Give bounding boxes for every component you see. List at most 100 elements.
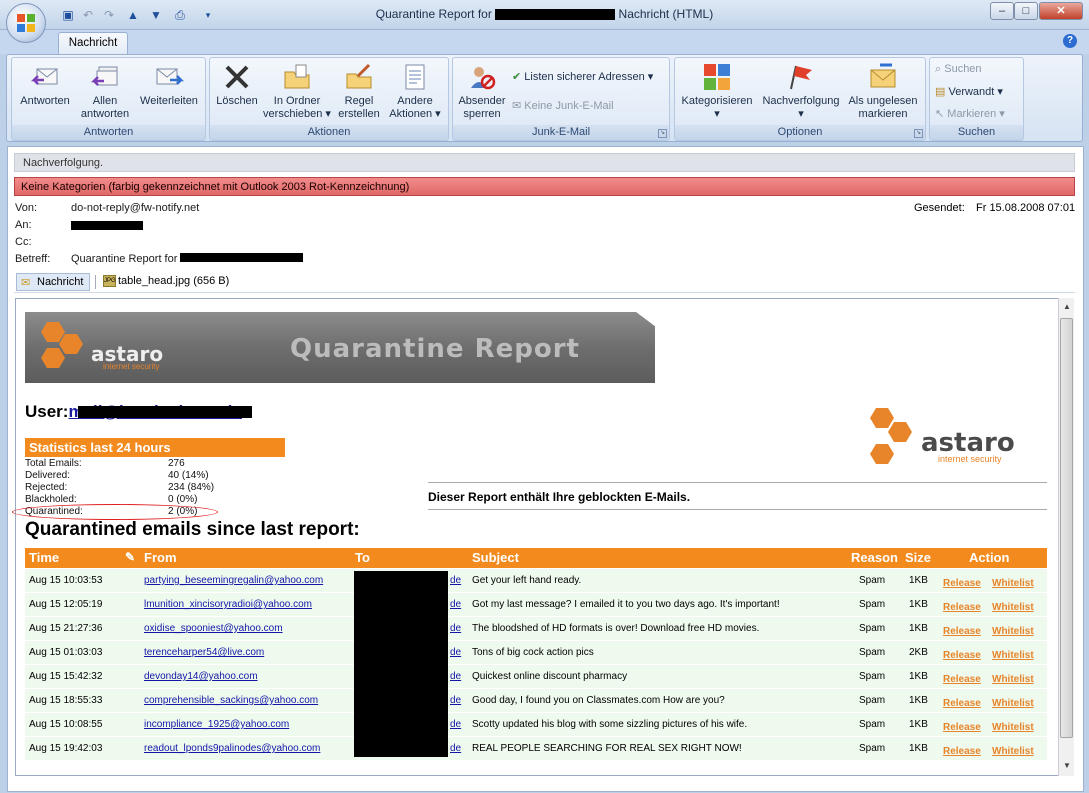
release-link[interactable]: Release [943, 650, 981, 661]
maximize-button[interactable]: □ [1014, 2, 1038, 20]
info-bar[interactable]: Nachverfolgung. [14, 153, 1075, 172]
reply-all-button[interactable]: Allen antworten [74, 62, 136, 121]
release-link[interactable]: Release [943, 746, 981, 757]
block-sender-icon [471, 67, 496, 90]
reply-all-icon [90, 66, 118, 86]
whitelist-link[interactable]: Whitelist [992, 650, 1034, 661]
row-from-link[interactable]: terenceharper54@live.com [144, 647, 264, 658]
stats-title: Statistics last 24 hours [25, 438, 285, 457]
row-to-link[interactable]: de [450, 647, 461, 658]
row-from-link[interactable]: readout_lponds9palinodes@yahoo.com [144, 743, 320, 754]
minimize-button[interactable]: – [990, 2, 1014, 20]
select-cursor-icon: ↖ [935, 108, 945, 120]
row-reason: Spam [859, 695, 886, 706]
row-from-link[interactable]: partying_beseemingregalin@yahoo.com [144, 575, 323, 586]
not-junk-button[interactable]: ✉ Keine Junk-E-Mail [512, 99, 614, 112]
astaro-logo: astaro internet security [868, 406, 1048, 472]
subject-label: Betreff: [15, 253, 51, 265]
office-logo-icon [17, 14, 35, 32]
folder-move-icon [284, 64, 310, 89]
whitelist-link[interactable]: Whitelist [992, 698, 1034, 709]
report-notice: Dieser Report enthält Ihre geblockten E-… [428, 490, 691, 504]
row-to-link[interactable]: de [450, 671, 461, 682]
row-from-link[interactable]: lmunition_xincisoryradioi@yahoo.com [144, 599, 312, 610]
whitelist-link[interactable]: Whitelist [992, 722, 1034, 733]
row-from-link[interactable]: incompliance_1925@yahoo.com [144, 719, 289, 730]
delete-button[interactable]: Löschen [212, 62, 262, 108]
scroll-up-icon[interactable]: ▲ [1063, 302, 1071, 311]
tab-nachricht[interactable]: Nachricht [58, 32, 128, 54]
row-to-link[interactable]: de [450, 719, 461, 730]
group-label: Antworten [12, 125, 205, 140]
attachment-file[interactable]: JPG table_head.jpg (656 B) [102, 273, 242, 291]
row-time: Aug 15 01:03:03 [29, 647, 103, 658]
release-link[interactable]: Release [943, 626, 981, 637]
forward-icon [156, 68, 184, 85]
forward-button[interactable]: Weiterleiten [134, 62, 204, 108]
close-button[interactable]: ✕ [1039, 2, 1083, 20]
scroll-down-icon[interactable]: ▼ [1063, 761, 1071, 770]
subject-value: Quarantine Report for [71, 253, 304, 265]
dialog-launcher-icon[interactable]: ↘ [658, 129, 667, 138]
row-reason: Spam [859, 743, 886, 754]
other-actions-icon [405, 64, 425, 90]
whitelist-link[interactable]: Whitelist [992, 578, 1034, 589]
astaro-logo-icon [41, 322, 83, 368]
reply-icon [30, 68, 58, 85]
row-size: 1KB [909, 671, 928, 682]
stat-value-blackholed: 0 (0%) [168, 494, 198, 505]
scroll-thumb[interactable] [1060, 318, 1073, 738]
help-icon[interactable]: ? [1063, 34, 1077, 48]
col-action: Action [969, 550, 1010, 565]
whitelist-link[interactable]: Whitelist [992, 746, 1034, 757]
row-to-link[interactable]: de [450, 599, 461, 610]
row-subject: The bloodshed of HD formats is over! Dow… [472, 623, 760, 634]
row-to-link[interactable]: de [450, 575, 461, 586]
envelope-icon: ✉ [21, 277, 31, 289]
related-icon: ▤ [935, 86, 946, 98]
safe-senders-list-button[interactable]: ✔ Listen sicherer Adressen ▾ [512, 70, 653, 83]
find-button[interactable]: ⌕ Suchen [935, 63, 982, 76]
whitelist-link[interactable]: Whitelist [992, 674, 1034, 685]
release-link[interactable]: Release [943, 674, 981, 685]
row-to-link[interactable]: de [450, 743, 461, 754]
block-sender-button[interactable]: Absender sperren [454, 62, 510, 121]
category-bar[interactable]: Keine Kategorien (farbig gekennzeichnet … [14, 177, 1075, 196]
office-button[interactable] [6, 3, 46, 43]
follow-up-flag-icon [790, 65, 812, 90]
select-button[interactable]: ↖ Markieren ▾ [935, 107, 1005, 120]
table-row: Aug 15 21:27:36 oxidise_spooniest@yahoo.c… [25, 617, 1047, 641]
move-to-folder-button[interactable]: In Ordner verschieben ▾ [261, 62, 333, 121]
related-button[interactable]: ▤ Verwandt ▾ [935, 85, 1003, 98]
row-subject: Tons of big cock action pics [472, 647, 594, 658]
reply-button[interactable]: Antworten [14, 62, 76, 108]
other-actions-button[interactable]: Andere Aktionen ▾ [385, 62, 445, 121]
dialog-launcher-icon[interactable]: ↘ [914, 129, 923, 138]
mark-unread-button[interactable]: Als ungelesen markieren [845, 62, 921, 121]
whitelist-link[interactable]: Whitelist [992, 602, 1034, 613]
row-from-link[interactable]: comprehensible_sackings@yahoo.com [144, 695, 318, 706]
categorize-button[interactable]: Kategorisieren ▾ [677, 62, 757, 121]
row-to-link[interactable]: de [450, 695, 461, 706]
from-value[interactable]: do-not-reply@fw-notify.net [71, 202, 199, 214]
attachment-clip-icon: ✎ [125, 550, 136, 564]
row-subject: Get your left hand ready. [472, 575, 582, 586]
whitelist-link[interactable]: Whitelist [992, 626, 1034, 637]
release-link[interactable]: Release [943, 722, 981, 733]
release-link[interactable]: Release [943, 602, 981, 613]
stat-label-blackholed: Blackholed: [25, 494, 77, 505]
attachment-message[interactable]: ✉ Nachricht [16, 273, 90, 291]
row-time: Aug 15 21:27:36 [29, 623, 103, 634]
mark-unread-icon [870, 63, 896, 88]
release-link[interactable]: Release [943, 698, 981, 709]
row-from-link[interactable]: oxidise_spooniest@yahoo.com [144, 623, 283, 634]
row-from-link[interactable]: devonday14@yahoo.com [144, 671, 258, 682]
vertical-scrollbar[interactable]: ▲ ▼ [1058, 298, 1074, 776]
row-subject: Good day, I found you on Classmates.com … [472, 695, 725, 706]
row-to-link[interactable]: de [450, 623, 461, 634]
divider [428, 482, 1047, 483]
create-rule-button[interactable]: Regel erstellen [333, 62, 385, 121]
row-reason: Spam [859, 647, 886, 658]
follow-up-button[interactable]: Nachverfolgung ▾ [757, 62, 845, 121]
release-link[interactable]: Release [943, 578, 981, 589]
